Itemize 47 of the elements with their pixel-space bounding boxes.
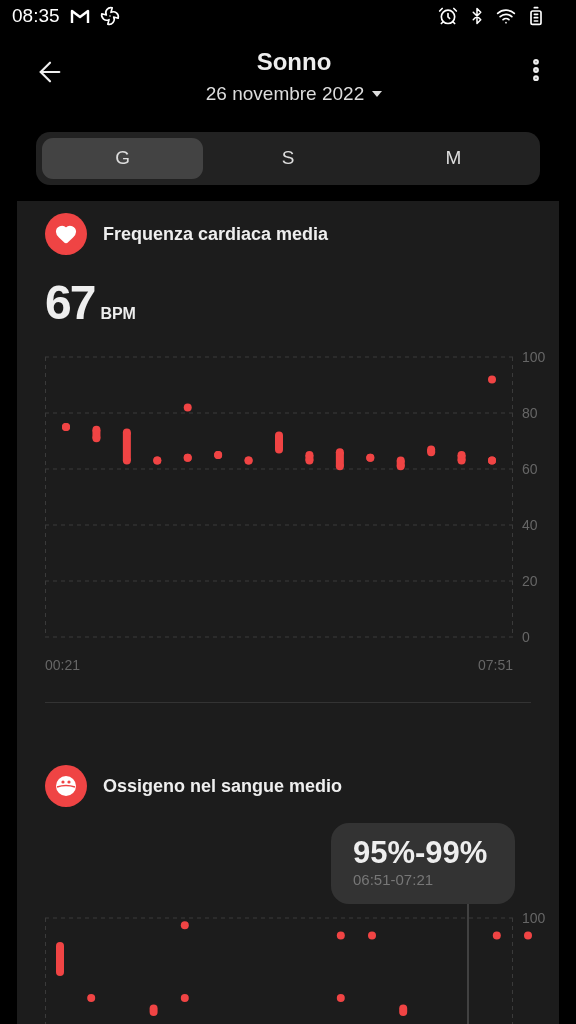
- oxygen-point: [180, 921, 189, 930]
- axis-label: 100: [522, 910, 545, 926]
- heart-rate-point: [122, 456, 131, 465]
- mail-icon: [69, 8, 90, 25]
- oxygen-point: [56, 942, 64, 976]
- oxygen-point: [149, 1004, 158, 1016]
- period-tab[interactable]: S: [207, 137, 369, 179]
- axis-label: 100: [522, 349, 545, 365]
- tooltip-value: 95%-99%: [353, 835, 489, 871]
- heart-rate-point: [92, 425, 101, 434]
- oxygen-point: [180, 994, 189, 1002]
- heart-rate-point: [122, 428, 131, 437]
- oxygen-point: [492, 931, 501, 940]
- axis-label: 07:51: [477, 657, 513, 673]
- axis-label: 60: [522, 461, 538, 477]
- tooltip-time: 06:51-07:21: [353, 871, 435, 888]
- axis-label: 20: [522, 573, 538, 589]
- heart-rate-point: [427, 445, 436, 454]
- oxygen-point: [399, 1004, 408, 1016]
- caret-icon: [372, 91, 383, 98]
- heart-rate-point: [488, 375, 496, 384]
- face-icon: [45, 765, 87, 807]
- period-tab[interactable]: G: [42, 137, 204, 179]
- oxygen-point: [336, 994, 345, 1002]
- oxygen-point: [524, 931, 532, 940]
- heart-rate-point: [335, 462, 344, 471]
- period-tab[interactable]: M: [372, 137, 534, 179]
- page-title: Sonno: [256, 48, 332, 77]
- axis-label: 80: [522, 405, 538, 421]
- section-title: Ossigeno nel sangue medio: [103, 775, 343, 797]
- heart-rate-point: [92, 434, 101, 443]
- section-title: Frequenza cardiaca media: [103, 223, 329, 245]
- heart-rate-value: 67: [45, 275, 95, 330]
- oxygen-point: [336, 931, 345, 940]
- heart-rate-point: [335, 448, 344, 457]
- pinwheel-icon: [99, 6, 120, 27]
- clock: 08:35: [12, 5, 60, 28]
- heart-rate-point: [396, 456, 405, 465]
- axis-label: 0: [522, 629, 530, 645]
- date-dropdown[interactable]: 26 novembre 2022: [199, 82, 389, 107]
- oxygen-point: [87, 994, 96, 1002]
- oxygen-point: [368, 931, 376, 940]
- axis-label: 00:21: [45, 657, 81, 673]
- alarm-icon: [438, 6, 458, 27]
- heart-rate-unit: BPM: [100, 305, 136, 323]
- axis-label: 40: [522, 517, 538, 533]
- heart-rate-point: [183, 403, 192, 412]
